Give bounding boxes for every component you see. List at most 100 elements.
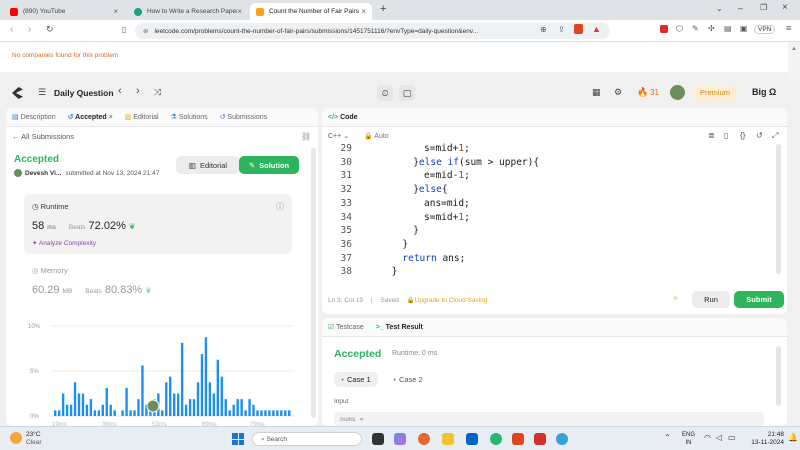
chevron-up-icon[interactable]: ⌃ [664,433,671,442]
fullscreen-icon[interactable]: ⤢ [772,131,778,141]
distribution-bar[interactable] [69,404,73,416]
new-tab-button[interactable]: + [380,3,386,15]
forward-icon[interactable]: › [28,24,31,35]
case-2-button[interactable]: • Case 2 [386,372,430,387]
runtime-distribution-chart[interactable]: 10% 5% 0% 19ms 36ms 53ms 69ms 79ms [24,320,304,426]
battery-icon[interactable]: ▭ [728,433,736,442]
submit-button[interactable]: Submit [734,291,784,308]
distribution-bar[interactable] [97,410,101,417]
distribution-bar[interactable] [133,410,136,417]
next-problem-icon[interactable]: › [136,85,140,97]
copilot-icon[interactable] [394,433,406,445]
distribution-bar[interactable] [220,376,223,417]
distribution-bar[interactable] [284,410,287,417]
mode-select[interactable]: 🔒 Auto [364,132,389,140]
shuffle-icon[interactable]: ⤨ [154,87,161,98]
weather-icon[interactable] [10,432,22,444]
daily-question-link[interactable]: Daily Question [54,88,114,98]
wifi-icon[interactable]: ◠ [704,433,711,442]
url-field[interactable]: ⊜ leetcode.com/problems/count-the-number… [135,23,610,39]
chrome-icon[interactable] [556,433,568,445]
language-indicator[interactable]: ENG IN [682,431,695,447]
distribution-bar[interactable] [288,410,291,417]
brave-shield-icon[interactable] [574,24,583,34]
result-scrollbar[interactable] [776,346,781,406]
tab-youtube[interactable]: (890) YouTube × [4,3,124,20]
distribution-bar[interactable] [244,410,247,417]
distribution-bar[interactable] [180,342,184,417]
distribution-bar[interactable] [77,393,81,417]
distribution-bar[interactable] [240,399,243,417]
editorial-button[interactable]: ▥ Editorial [176,156,240,174]
tab-description[interactable]: ▤ Description [12,113,56,121]
tab-test-result[interactable]: >_ Test Result [376,324,423,331]
clock[interactable]: 21:48 13-11-2024 [744,431,784,447]
distribution-bar[interactable] [224,399,227,417]
bookmark-icon[interactable]: ▯ [724,131,728,140]
distribution-bar[interactable] [204,337,208,416]
distribution-bar[interactable] [232,404,235,416]
distribution-bar[interactable] [73,382,77,416]
leetcode-logo-icon[interactable] [12,87,23,99]
distribution-bar[interactable] [252,404,255,416]
tab-solutions[interactable]: ⚗ Solutions [171,113,208,121]
brave-icon[interactable] [512,433,524,445]
minimize-button[interactable]: – [738,3,743,13]
sidebar-icon[interactable]: ▤ [724,24,732,33]
distribution-bar[interactable] [228,410,231,417]
maximize-button[interactable]: ❐ [760,3,767,12]
distribution-bar[interactable] [169,376,172,417]
upgrade-cloud-link[interactable]: 🔒Upgrade to Cloud Saving [407,297,488,304]
run-button[interactable]: Run [692,291,730,308]
vpn-button[interactable]: VPN [754,25,776,34]
extension-icon[interactable]: ⬡ [676,24,683,33]
task-view-icon[interactable] [372,433,384,445]
distribution-bar[interactable] [200,354,204,417]
close-tab-icon[interactable]: × [361,7,366,16]
distribution-bar[interactable] [165,382,168,416]
solution-button[interactable]: ✎ Solution [239,156,299,174]
analyze-complexity-link[interactable]: ✦ Analyze Complexity [32,239,96,247]
distribution-bar[interactable] [109,404,112,416]
zoom-icon[interactable]: ⊕ [540,25,547,34]
extension-icon[interactable] [660,25,668,33]
tab-code[interactable]: </> Code [328,114,358,121]
tab-accepted[interactable]: ↺ Accepted × [68,113,113,121]
distribution-bar[interactable] [61,393,65,417]
back-icon[interactable]: ‹ [10,24,13,35]
distribution-bar[interactable] [54,410,57,417]
runtime-card[interactable]: ◷ Runtime ⓘ 58 ms Beats 72.02% ❦ ✦ Analy… [24,194,292,254]
puzzle-icon[interactable]: ✣ [708,24,715,33]
distribution-bar[interactable] [137,399,140,417]
distribution-bar[interactable] [85,404,89,416]
distribution-bar[interactable] [141,365,144,417]
distribution-bar[interactable] [272,410,275,417]
close-tab-icon[interactable]: × [113,7,118,16]
firefox-icon[interactable] [418,433,430,445]
braces-icon[interactable]: {} [740,131,745,140]
distribution-bar[interactable] [184,404,188,416]
my-submission-avatar[interactable] [146,399,160,413]
distribution-bar[interactable] [161,410,164,417]
distribution-bar[interactable] [89,399,93,417]
distribution-bar[interactable] [260,410,263,417]
distribution-bar[interactable] [192,399,196,417]
distribution-bar[interactable] [176,393,180,417]
distribution-bar[interactable] [208,382,212,416]
distribution-bar[interactable] [256,410,259,417]
format-icon[interactable]: ≣ [708,131,715,140]
distribution-bar[interactable] [216,359,220,416]
wallet-icon[interactable]: ▣ [740,24,748,33]
bookmark-icon[interactable]: ▯ [122,25,126,34]
code-editor[interactable]: 29 s=mid+1; 30}else if(sum > upper){31 e=mi… [322,142,777,282]
layout-icon[interactable]: ▦ [592,87,601,98]
distribution-bar[interactable] [125,387,128,417]
distribution-bar[interactable] [129,410,132,417]
distribution-bar[interactable] [188,399,192,417]
page-scrollbar[interactable]: ▲ [788,42,800,80]
distribution-bar[interactable] [212,393,216,417]
file-explorer-icon[interactable] [442,433,454,445]
weather-widget[interactable]: 23°C Clear [26,431,42,447]
distribution-bar[interactable] [173,393,176,417]
editor-scrollbar[interactable] [776,144,781,274]
